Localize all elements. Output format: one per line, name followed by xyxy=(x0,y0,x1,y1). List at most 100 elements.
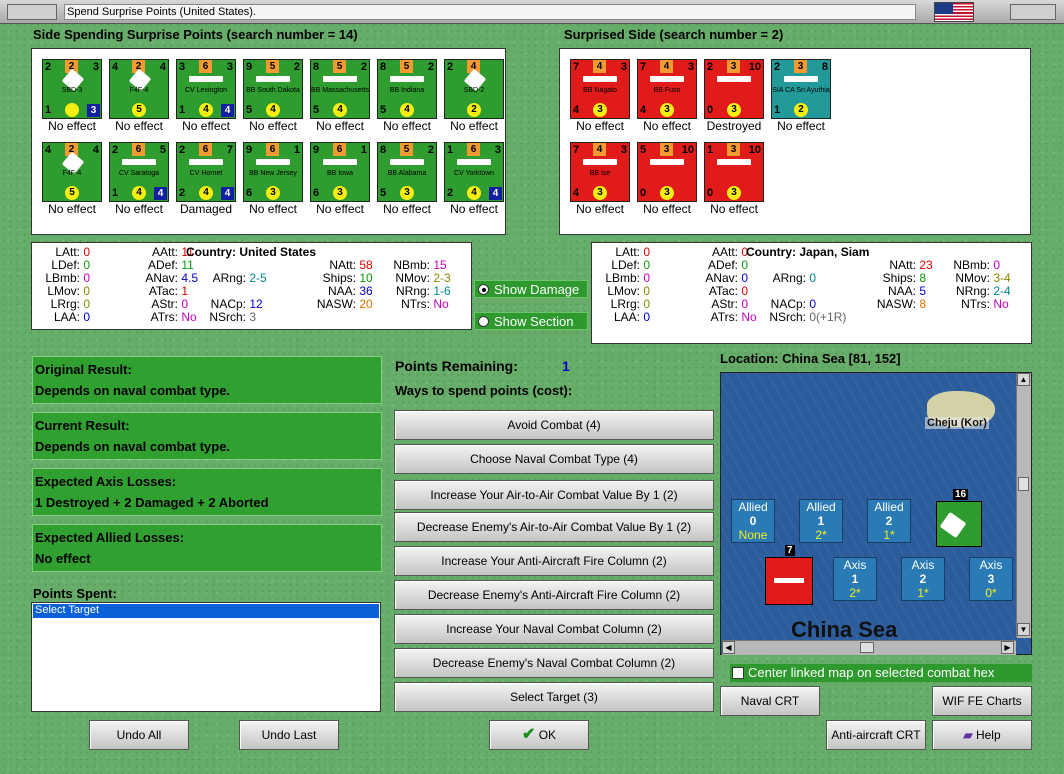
center-map-checkbox[interactable]: Center linked map on selected combat hex xyxy=(730,664,1032,682)
scroll-thumb-horizontal[interactable] xyxy=(860,642,874,653)
stat-atrs: ATrs: No xyxy=(688,311,757,324)
unit-top-left: 1 xyxy=(707,144,714,156)
ok-button[interactable]: ✔ OK xyxy=(489,720,589,750)
unit-counter[interactable]: 2 6 7 CV Hornet 2 4 4 xyxy=(176,142,236,202)
unit-top-right: 10 xyxy=(748,144,761,156)
unit-top-right: 3 xyxy=(687,61,694,73)
unit-counter[interactable]: 2 3 10 0 3 xyxy=(704,59,764,119)
scroll-left-icon[interactable]: ◀ xyxy=(722,641,735,654)
ship-icon xyxy=(390,76,424,82)
unit-bottom-center: 3 xyxy=(400,186,414,200)
unit-name: F4F-4 xyxy=(62,170,82,177)
scroll-thumb-vertical[interactable] xyxy=(1018,477,1029,491)
unit-counter[interactable]: 4 2 4 F4F-4 5 xyxy=(109,59,169,119)
unit-counter[interactable]: 1 6 3 CV Yorktown 2 4 4 xyxy=(444,142,504,202)
points-spent-list[interactable] xyxy=(31,602,381,712)
country-label: Country: xyxy=(746,245,796,259)
stat-value: 0 xyxy=(83,284,91,298)
unit-bottom-center: 3 xyxy=(593,103,607,117)
unit-bottom-left: 4 xyxy=(640,104,647,116)
unit-top-left: 8 xyxy=(380,144,387,156)
unit-result: No effect xyxy=(777,119,825,133)
unit-bottom-center: 3 xyxy=(660,186,674,200)
axis-box-2[interactable]: Axis 2 1* xyxy=(901,557,945,601)
linked-map[interactable]: Cheju (Kor) Allied 0 None Allied 1 2* Al… xyxy=(720,372,1032,655)
unit-counter[interactable]: 3 6 3 CV Lexington 1 4 4 xyxy=(176,59,236,119)
increase-naval-column-button[interactable]: Increase Your Naval Combat Column (2) xyxy=(394,614,714,644)
allied-box-0[interactable]: Allied 0 None xyxy=(731,499,775,543)
help-label: Help xyxy=(975,728,1001,742)
decrease-enemy-aa-column-button[interactable]: Decrease Enemy's Anti-Aircraft Fire Colu… xyxy=(394,580,714,610)
original-result-panel: Original Result: Depends on naval combat… xyxy=(32,356,382,404)
unit-name: CV Hornet xyxy=(189,170,223,177)
unit-result: No effect xyxy=(450,202,498,216)
map-horizontal-scrollbar[interactable]: ◀ ▶ xyxy=(722,640,1016,655)
decrease-enemy-air-to-air-button[interactable]: Decrease Enemy's Air-to-Air Combat Value… xyxy=(394,512,714,542)
help-button[interactable]: ▰ Help xyxy=(932,720,1032,750)
radio-dot-icon xyxy=(478,284,489,295)
undo-all-button[interactable]: Undo All xyxy=(89,720,189,750)
unit-counter[interactable]: 9 6 1 BB New Jersey 6 3 xyxy=(243,142,303,202)
unit-extra: 3 xyxy=(87,104,100,117)
us-stack-counter[interactable] xyxy=(936,501,982,547)
axis-box-1[interactable]: Axis 1 2* xyxy=(833,557,877,601)
stat-label: NSrch: xyxy=(769,310,806,324)
unit-top-center: 5 xyxy=(266,60,279,73)
unit-counter[interactable]: 7 4 3 BB Fuso 4 3 xyxy=(637,59,697,119)
jp-stack-counter[interactable] xyxy=(765,557,813,605)
map-vertical-scrollbar[interactable]: ▲ ▼ xyxy=(1016,373,1031,638)
unit-counter[interactable]: 8 5 2 BB Massachusetts 5 4 xyxy=(310,59,370,119)
unit-top-right: 10 xyxy=(748,61,761,73)
choose-naval-combat-type-button[interactable]: Choose Naval Combat Type (4) xyxy=(394,444,714,474)
axis-box-3[interactable]: Axis 3 0* xyxy=(969,557,1013,601)
unit-counter[interactable]: 9 6 1 BB Iowa 6 3 xyxy=(310,142,370,202)
unit-counter[interactable]: 2 4 SBD-2 2 xyxy=(444,59,504,119)
axis-box-number: 3 xyxy=(987,572,995,586)
undo-last-button[interactable]: Undo Last xyxy=(239,720,339,750)
unit-counter[interactable]: 1 3 10 0 3 xyxy=(704,142,764,202)
show-damage-radio[interactable]: Show Damage xyxy=(474,280,588,298)
ship-icon xyxy=(650,76,684,82)
unit-counter[interactable]: 2 2 3 SBD-3 1 3 xyxy=(42,59,102,119)
points-remaining-value: 1 xyxy=(562,358,570,374)
scroll-up-icon[interactable]: ▲ xyxy=(1017,373,1030,386)
select-target-button[interactable]: Select Target (3) xyxy=(394,682,714,712)
unit-counter[interactable]: 5 3 10 0 3 xyxy=(637,142,697,202)
points-spent-item[interactable]: Select Target xyxy=(33,604,379,618)
allied-box-2[interactable]: Allied 2 1* xyxy=(867,499,911,543)
wif-charts-button[interactable]: WIF FE Charts xyxy=(932,686,1032,716)
unit-bottom-center: 5 xyxy=(65,186,79,200)
unit-counter[interactable]: 8 5 2 BB Indiana 5 4 xyxy=(377,59,437,119)
unit-counter[interactable]: 2 6 5 CV Saratoga 1 4 4 xyxy=(109,142,169,202)
decrease-enemy-naval-column-button[interactable]: Decrease Enemy's Naval Combat Column (2) xyxy=(394,648,714,678)
show-section-radio[interactable]: Show Section xyxy=(474,312,588,330)
unit-counter[interactable]: 2 3 8 SIA CA Sri Ayuthia 1 2 xyxy=(771,59,831,119)
scroll-down-icon[interactable]: ▼ xyxy=(1017,623,1030,636)
aa-crt-button[interactable]: Anti-aircraft CRT xyxy=(826,720,926,750)
unit-counter[interactable]: 7 4 3 BB Ise 4 3 xyxy=(570,142,630,202)
unit-counter[interactable]: 8 5 2 BB Alabama 5 3 xyxy=(377,142,437,202)
avoid-combat-button[interactable]: Avoid Combat (4) xyxy=(394,410,714,440)
unit-top-right: 2 xyxy=(360,61,367,73)
unit-top-right: 3 xyxy=(494,144,501,156)
unit-bottom-left: 4 xyxy=(573,187,580,199)
unit-bottom-center xyxy=(65,103,79,117)
increase-air-to-air-button[interactable]: Increase Your Air-to-Air Combat Value By… xyxy=(394,480,714,510)
map-location-label: Location: China Sea [81, 152] xyxy=(720,351,901,366)
unit-bottom-left: 6 xyxy=(246,187,253,199)
naval-crt-button[interactable]: Naval CRT xyxy=(720,686,820,716)
system-menu-button[interactable] xyxy=(7,4,57,20)
scroll-right-icon[interactable]: ▶ xyxy=(1001,641,1014,654)
stat-value: 0 xyxy=(809,271,817,285)
allied-box-1[interactable]: Allied 1 2* xyxy=(799,499,843,543)
unit-top-left: 4 xyxy=(112,61,119,73)
increase-aa-column-button[interactable]: Increase Your Anti-Aircraft Fire Column … xyxy=(394,546,714,576)
unit-top-right: 7 xyxy=(226,144,233,156)
unit-top-left: 9 xyxy=(313,144,320,156)
unit-counter[interactable]: 9 5 2 BB South Dakota 5 4 xyxy=(243,59,303,119)
unit-counter[interactable]: 4 2 4 F4F-4 5 xyxy=(42,142,102,202)
unit-top-right: 2 xyxy=(427,61,434,73)
stat-label: NTrs: xyxy=(401,297,430,311)
close-button[interactable] xyxy=(1010,4,1056,20)
unit-counter[interactable]: 7 4 3 BB Nagato 4 3 xyxy=(570,59,630,119)
